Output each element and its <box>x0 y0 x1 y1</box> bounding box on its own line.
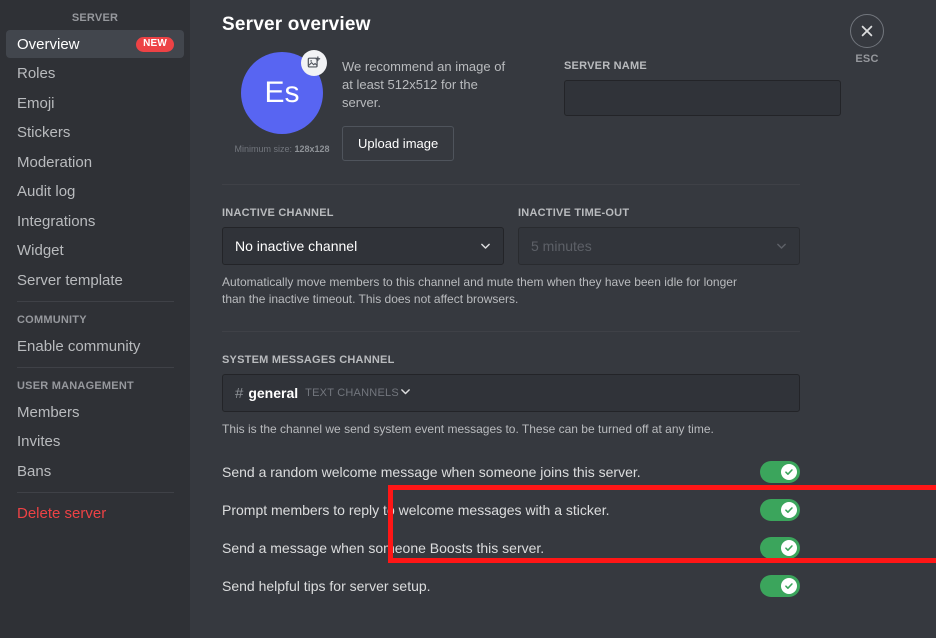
sidebar-item-label: Delete server <box>17 504 107 522</box>
server-name-input[interactable] <box>564 80 841 116</box>
system-messages-section: SYSTEM MESSAGES CHANNEL # general TEXT C… <box>222 354 830 438</box>
toggle-label: Prompt members to reply to welcome messa… <box>222 501 610 518</box>
inactive-channel-value: No inactive channel <box>235 237 358 254</box>
system-messages-help-text: This is the channel we send system event… <box>222 422 714 437</box>
inactive-timeout-value: 5 minutes <box>531 237 592 254</box>
sidebar-divider <box>17 301 174 302</box>
toggle-label: Send a random welcome message when someo… <box>222 463 641 480</box>
sidebar-item-delete-server[interactable]: Delete server <box>6 499 184 527</box>
toggle-knob <box>781 577 797 594</box>
sidebar-item-overview[interactable]: Overview NEW <box>6 30 184 58</box>
sidebar-item-label: Roles <box>17 65 56 82</box>
inactive-timeout-label: INACTIVE TIME-OUT <box>518 206 630 219</box>
upload-block: We recommend an image of at least 512x51… <box>342 52 512 161</box>
recommend-text: We recommend an image of at least 512x51… <box>342 59 506 111</box>
chevron-down-icon <box>775 239 788 252</box>
toggle-row: Send a random welcome message when someo… <box>222 453 800 491</box>
sidebar-section-community: COMMUNITY <box>17 314 87 326</box>
hash-icon: # <box>235 384 244 402</box>
sidebar-item-label: Members <box>17 403 80 421</box>
sidebar-item-label: Enable community <box>17 337 141 355</box>
inactive-help-text: Automatically move members to this chann… <box>222 274 737 306</box>
system-channel-category: TEXT CHANNELS <box>305 387 399 400</box>
sidebar-item-label: Moderation <box>17 153 93 171</box>
inactive-channel-label: INACTIVE CHANNEL <box>222 206 334 219</box>
sidebar-item-server-template[interactable]: Server template <box>6 266 184 294</box>
section-divider <box>222 183 800 185</box>
toggle-knob <box>781 463 797 480</box>
server-name-block: SERVER NAME <box>564 52 841 116</box>
sidebar-divider <box>17 367 174 368</box>
close-settings-button[interactable]: ESC <box>850 14 884 65</box>
sidebar-item-label: Server template <box>17 271 123 289</box>
section-divider <box>222 331 800 333</box>
inactive-channel-select[interactable]: No inactive channel <box>222 226 504 265</box>
sidebar-divider <box>17 492 174 493</box>
sidebar-item-moderation[interactable]: Moderation <box>6 148 184 176</box>
sidebar-item-integrations[interactable]: Integrations <box>6 207 184 235</box>
settings-content: Server overview Es Minimum size: 128x128… <box>190 0 936 638</box>
min-size-caption: Minimum size: 128x128 <box>234 144 329 154</box>
server-name-label: SERVER NAME <box>564 60 647 72</box>
sidebar-item-label: Overview <box>17 35 80 53</box>
avatar-initials: Es <box>264 76 300 109</box>
sidebar-header: SERVER <box>71 12 119 24</box>
sidebar-item-emoji[interactable]: Emoji <box>6 89 184 117</box>
sidebar-item-label: Stickers <box>17 124 71 141</box>
min-size-prefix: Minimum size: <box>234 144 295 154</box>
avatar-block: Es Minimum size: 128x128 <box>222 50 342 154</box>
system-messages-label: SYSTEM MESSAGES CHANNEL <box>222 354 395 367</box>
min-size-value: 128x128 <box>294 144 330 154</box>
sidebar-item-label: Integrations <box>17 212 96 230</box>
sidebar-item-bans[interactable]: Bans <box>6 457 184 485</box>
boost-message-toggle[interactable] <box>760 536 800 559</box>
sticker-reply-prompt-toggle[interactable] <box>760 498 800 521</box>
helpful-tips-toggle[interactable] <box>760 574 800 597</box>
settings-sidebar: SERVER Overview NEW Roles Emoji Stickers… <box>0 0 190 638</box>
chevron-down-icon <box>399 385 412 401</box>
sidebar-item-label: Invites <box>17 433 61 450</box>
sidebar-item-label: Bans <box>17 462 52 480</box>
close-icon <box>850 14 884 48</box>
server-avatar[interactable]: Es <box>241 50 327 134</box>
inactive-timeout-select[interactable]: 5 minutes <box>518 226 800 265</box>
inactive-timeout-col: INACTIVE TIME-OUT 5 minutes <box>518 207 800 265</box>
server-identity-section: Es Minimum size: 128x128 We recommend an… <box>222 50 841 161</box>
close-label: ESC <box>855 53 879 65</box>
sidebar-item-roles[interactable]: Roles <box>6 60 184 88</box>
add-image-icon[interactable] <box>301 50 327 76</box>
system-messages-channel-select[interactable]: # general TEXT CHANNELS <box>222 374 800 413</box>
inactive-channel-col: INACTIVE CHANNEL No inactive channel <box>222 207 504 265</box>
upload-image-button[interactable]: Upload image <box>342 125 455 161</box>
sidebar-item-audit-log[interactable]: Audit log <box>6 178 184 206</box>
system-messages-toggle-list: Send a random welcome message when someo… <box>222 453 800 605</box>
sidebar-item-members[interactable]: Members <box>6 398 184 426</box>
chevron-down-icon <box>479 239 492 252</box>
page-title: Server overview <box>222 14 371 35</box>
sidebar-item-label: Widget <box>17 242 64 259</box>
new-badge: NEW <box>136 36 174 52</box>
sidebar-item-label: Emoji <box>17 94 55 112</box>
toggle-knob <box>781 539 797 556</box>
system-channel-name: general <box>248 385 299 402</box>
toggle-knob <box>781 501 797 518</box>
sidebar-item-stickers[interactable]: Stickers <box>6 119 184 147</box>
welcome-message-toggle[interactable] <box>760 460 800 483</box>
sidebar-item-enable-community[interactable]: Enable community <box>6 332 184 360</box>
toggle-row: Send helpful tips for server setup. <box>222 567 800 605</box>
sidebar-item-widget[interactable]: Widget <box>6 237 184 265</box>
toggle-row: Prompt members to reply to welcome messa… <box>222 491 800 529</box>
toggle-row: Send a message when someone Boosts this … <box>222 529 800 567</box>
toggle-label: Send helpful tips for server setup. <box>222 577 431 594</box>
sidebar-item-label: Audit log <box>17 183 76 200</box>
sidebar-section-user-management: USER MANAGEMENT <box>17 380 134 392</box>
inactive-settings-section: INACTIVE CHANNEL No inactive channel INA… <box>222 207 830 265</box>
sidebar-item-invites[interactable]: Invites <box>6 428 184 456</box>
toggle-label: Send a message when someone Boosts this … <box>222 539 545 556</box>
